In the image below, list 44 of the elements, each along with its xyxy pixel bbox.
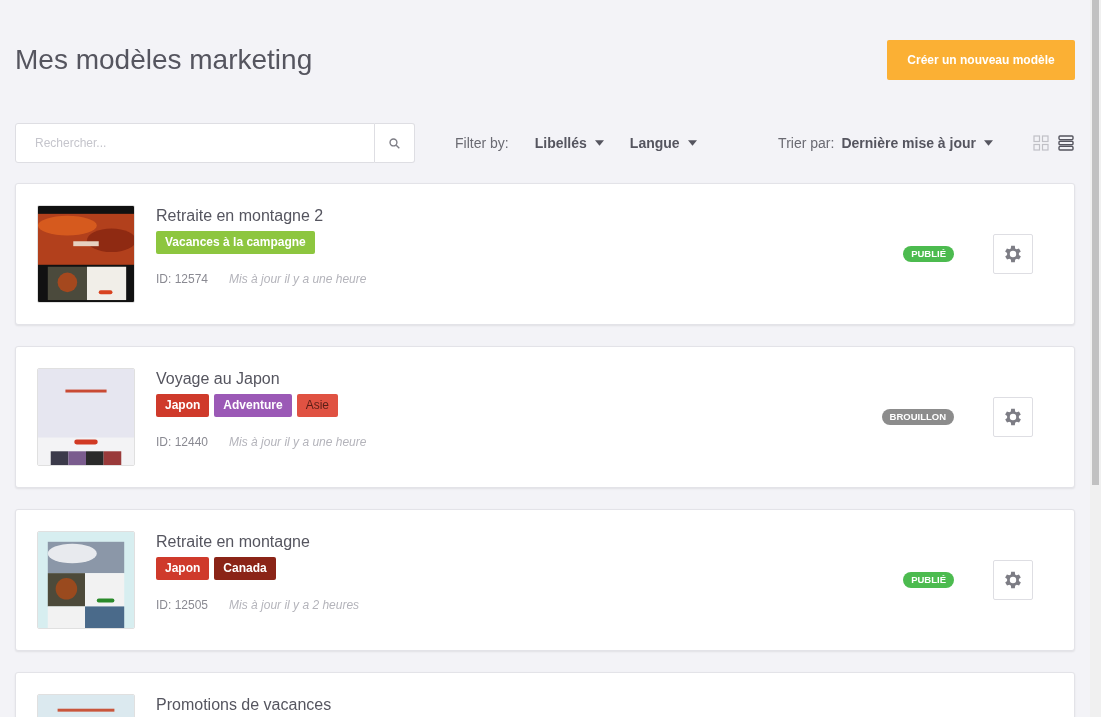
list-view-button[interactable] — [1058, 134, 1075, 152]
template-id: ID: 12440 — [156, 434, 209, 450]
template-card[interactable]: Promotions de vacances — [15, 672, 1075, 717]
updated-time: Mis à jour il y a une heure — [229, 434, 367, 450]
search-field[interactable]: Rechercher... — [15, 123, 375, 163]
status-badge: PUBLIÉ — [903, 572, 954, 588]
template-name[interactable]: Retraite en montagne 2 — [156, 206, 367, 226]
sort-dropdown[interactable]: Dernière mise à jour — [841, 132, 993, 154]
settings-button[interactable] — [993, 234, 1033, 274]
caret-icon — [687, 140, 697, 146]
template-name[interactable]: Voyage au Japon — [156, 369, 367, 389]
page-title: Mes modèles marketing — [15, 43, 313, 77]
filter-dropdown[interactable]: Langue — [629, 132, 697, 154]
list-icon — [1058, 135, 1074, 151]
grid-icon — [1033, 135, 1049, 151]
caret-icon — [594, 140, 604, 146]
template-card[interactable]: Voyage au Japon Japon Adventure Asie ID: 12440 Mis à jour il y a une heure BROUILLON — [15, 346, 1075, 488]
settings-button[interactable] — [993, 397, 1033, 437]
tag: Vacances à la campagne — [156, 231, 315, 254]
filter-label: Filter by: — [455, 133, 509, 153]
settings-icon — [1002, 406, 1024, 428]
tag: Canada — [214, 557, 276, 580]
settings-icon — [1002, 243, 1024, 265]
template-id: ID: 12505 — [156, 597, 209, 613]
filter-dropdown[interactable]: Libellés — [534, 132, 604, 154]
tag: Japon — [156, 394, 210, 417]
settings-button[interactable] — [993, 560, 1033, 600]
status-badge: PUBLIÉ — [903, 246, 954, 262]
template-name[interactable]: Retraite en montagne — [156, 532, 360, 552]
updated-time: Mis à jour il y a 2 heures — [229, 597, 360, 613]
settings-icon — [1002, 569, 1024, 591]
caret-icon — [984, 140, 993, 146]
tag: Japon — [156, 557, 210, 580]
scrollbar-thumb[interactable] — [1092, 0, 1099, 485]
tag: Asie — [296, 394, 339, 417]
template-id: ID: 12574 — [156, 271, 209, 287]
sort-label: Trier par: — [778, 133, 835, 153]
template-card[interactable]: Retraite en montagne 2 Vacances à la campagne ID: 12574 Mis à jour il y a une heure PUBLIÉ — [15, 183, 1075, 325]
search-icon — [389, 137, 400, 149]
template-name[interactable]: Promotions de vacances — [156, 695, 332, 715]
updated-time: Mis à jour il y a une heure — [229, 271, 367, 287]
template-card[interactable]: Retraite en montagne Japon Canada ID: 12505 Mis à jour il y a 2 heures PUBLIÉ — [15, 509, 1075, 651]
status-badge: BROUILLON — [881, 409, 954, 425]
tag: Adventure — [214, 394, 292, 417]
